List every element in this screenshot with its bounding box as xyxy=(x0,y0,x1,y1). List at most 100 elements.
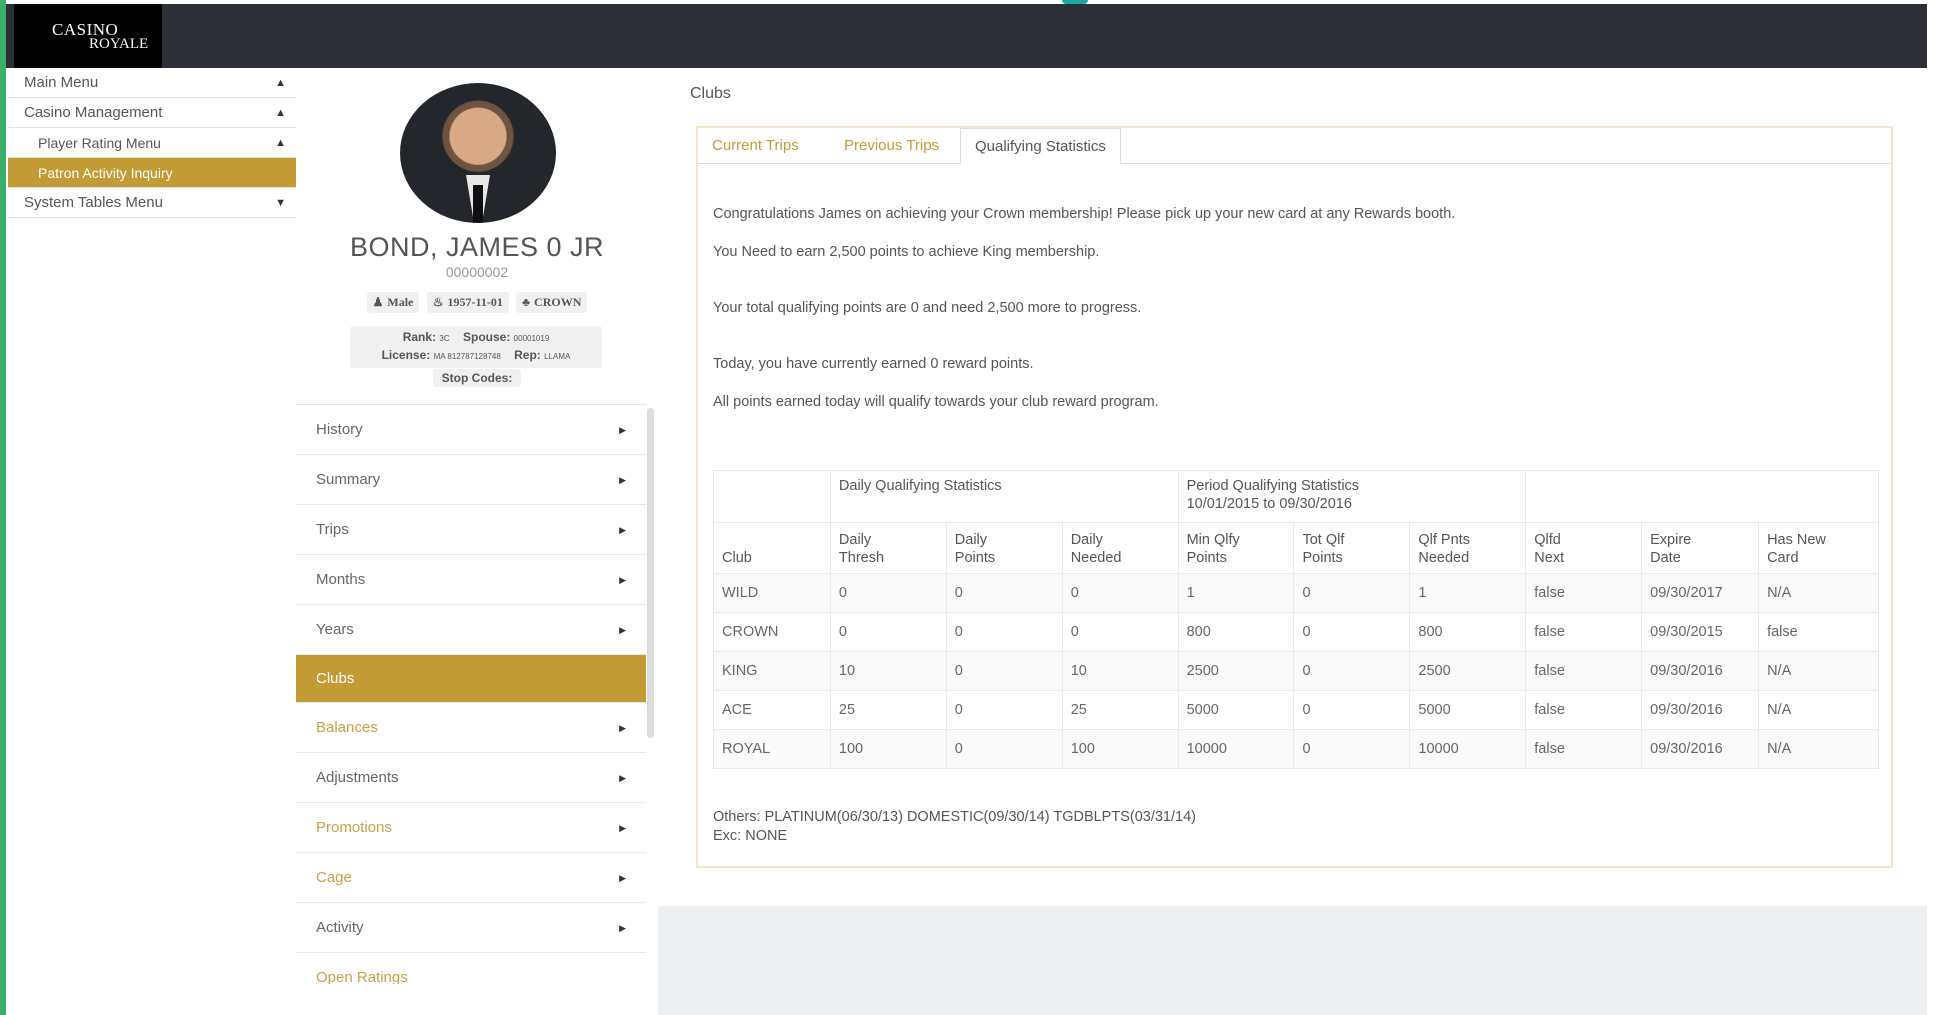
table-row[interactable]: WILD 0 0 0 1 0 1 false 09/30/2017 N/A xyxy=(713,573,1879,613)
column-header-line1: Expire xyxy=(1650,532,1692,548)
table-cell: ROYAL xyxy=(713,729,831,769)
casino-royale-logo[interactable]: CASINO ROYALE xyxy=(14,4,162,68)
submenu-label: Summary xyxy=(316,471,381,488)
table-row[interactable]: KING 10 0 10 2500 0 2500 false 09/30/2016 N/A xyxy=(713,651,1879,691)
table-cell: 09/30/2016 xyxy=(1641,651,1760,691)
table-cell: 0 xyxy=(945,690,1063,730)
congrats-message: Congratulations James on achieving your … xyxy=(713,206,1456,222)
menu-player-rating-label: Player Rating Menu xyxy=(38,135,161,151)
submenu-activity[interactable]: Activity ▶ xyxy=(296,903,646,953)
page-title: Clubs xyxy=(690,85,731,102)
table-body: WILD 0 0 0 1 0 1 false 09/30/2017 N/A CROWN 0 0 0 800 0… xyxy=(713,573,1879,769)
group-period-range: 10/01/2015 to 09/30/2016 xyxy=(1186,496,1352,512)
submenu-trips[interactable]: Trips ▶ xyxy=(296,505,646,555)
table-cell: 800 xyxy=(1177,612,1295,652)
left-menu: Main Menu ▲ Casino Management ▲ Player R… xyxy=(8,68,296,218)
rep-label: Rep: xyxy=(514,348,541,362)
table-cell: false xyxy=(1525,729,1643,769)
table-cell: CROWN xyxy=(713,612,831,652)
submenu-label: Activity xyxy=(316,919,364,936)
qualifying-stats-table: Daily Qualifying Statistics Period Quali… xyxy=(713,470,1879,769)
patron-profile: BOND, JAMES 0 JR 00000002 ♟ Male ♨ 1957-11… xyxy=(296,68,658,1015)
license-value: MA 812787128748 xyxy=(433,352,501,361)
dob-badge: ♨ 1957-11-01 xyxy=(426,292,509,313)
submenu-clubs[interactable]: Clubs xyxy=(296,655,646,703)
chevron-right-icon: ▶ xyxy=(619,873,626,883)
tab-current-trips[interactable]: Current Trips xyxy=(698,128,813,164)
column-header: Qlf Pnts Needed xyxy=(1409,522,1527,574)
today-points-message: Today, you have currently earned 0 rewar… xyxy=(713,356,1034,372)
table-row[interactable]: CROWN 0 0 0 800 0 800 false 09/30/2015 false xyxy=(713,612,1879,652)
table-cell: 1 xyxy=(1409,573,1527,613)
table-cell: 0 xyxy=(1293,573,1411,613)
column-header-line2: Needed xyxy=(1070,550,1122,566)
table-cell: 0 xyxy=(1293,612,1411,652)
table-cell: 09/30/2016 xyxy=(1641,690,1760,730)
table-cell: WILD xyxy=(713,573,831,613)
submenu-open-ratings[interactable]: Open Ratings xyxy=(296,953,646,984)
menu-main[interactable]: Main Menu ▲ xyxy=(8,68,296,98)
dob-value: 1957-11-01 xyxy=(447,295,503,309)
table-row[interactable]: ROYAL 100 0 100 10000 0 10000 false 09/30/2016 N/… xyxy=(713,729,1879,769)
column-header: Qlfd Next xyxy=(1525,522,1643,574)
caret-up-icon: ▲ xyxy=(275,77,286,89)
submenu-summary[interactable]: Summary ▶ xyxy=(296,455,646,505)
table-group-header: Daily Qualifying Statistics Period Quali… xyxy=(713,470,1879,523)
table-cell: 100 xyxy=(1061,729,1179,769)
others-note: Others: PLATINUM(06/30/13) DOMESTIC(09/3… xyxy=(713,808,1196,846)
patron-name: BOND, JAMES 0 JR xyxy=(349,232,605,262)
column-header: Club xyxy=(713,522,831,574)
menu-player-rating[interactable]: Player Rating Menu ▲ xyxy=(8,128,296,158)
submenu-balances[interactable]: Balances ▶ xyxy=(296,703,646,753)
table-cell: 25 xyxy=(1061,690,1179,730)
submenu-cage[interactable]: Cage ▶ xyxy=(296,853,646,903)
submenu-adjustments[interactable]: Adjustments ▶ xyxy=(296,753,646,803)
chevron-right-icon: ▶ xyxy=(619,723,626,733)
rep-value: LLAMA xyxy=(544,352,571,361)
column-header-line1: Has New xyxy=(1767,532,1826,548)
table-row[interactable]: ACE 25 0 25 5000 0 5000 false 09/30/2016 N/A xyxy=(713,690,1879,730)
table-cell: 0 xyxy=(829,573,947,613)
submenu-history[interactable]: History ▶ xyxy=(296,405,646,455)
table-cell: 0 xyxy=(1293,729,1411,769)
stop-codes-badge: Stop Codes: xyxy=(433,369,521,387)
gender-badge: ♟ Male xyxy=(366,292,420,313)
column-header-line2: Next xyxy=(1534,550,1565,566)
submenu-months[interactable]: Months ▶ xyxy=(296,555,646,605)
submenu-label: Balances xyxy=(316,719,378,736)
table-cell: 10 xyxy=(1061,651,1179,691)
patron-id: 00000002 xyxy=(445,264,509,280)
column-header-line2: Points xyxy=(954,550,996,566)
chevron-right-icon: ▶ xyxy=(619,575,626,585)
menu-casino-management[interactable]: Casino Management ▲ xyxy=(8,98,296,128)
submenu-years[interactable]: Years ▶ xyxy=(296,605,646,655)
menu-main-label: Main Menu xyxy=(24,74,99,91)
submenu-promotions[interactable]: Promotions ▶ xyxy=(296,803,646,853)
table-column-header: Club Daily Thresh Daily Points Daily Needed Min… xyxy=(713,522,1879,574)
tab-previous-trips[interactable]: Previous Trips xyxy=(830,128,953,164)
submenu-label: Years xyxy=(316,621,354,638)
group-header-period: Period Qualifying Statistics 10/01/2015 t… xyxy=(1177,470,1527,523)
table-cell: KING xyxy=(713,651,831,691)
table-cell: 2500 xyxy=(1409,651,1527,691)
table-cell: 800 xyxy=(1409,612,1527,652)
menu-patron-activity-inquiry[interactable]: Patron Activity Inquiry xyxy=(8,158,296,188)
column-header-line2: Points xyxy=(1186,550,1227,566)
menu-system-tables[interactable]: System Tables Menu ▼ xyxy=(8,188,296,218)
submenu-label: History xyxy=(316,421,363,438)
patron-details-box: Rank: 3C Spouse: 00001019 License: MA 81… xyxy=(350,326,602,368)
table-cell: 0 xyxy=(1293,690,1411,730)
table-cell: 0 xyxy=(1293,651,1411,691)
table-cell: 100 xyxy=(829,729,947,769)
table-cell: 1 xyxy=(1177,573,1295,613)
logo-text-royale: ROYALE xyxy=(89,36,149,52)
table-cell: N/A xyxy=(1758,573,1879,613)
table-cell: N/A xyxy=(1758,690,1879,730)
submenu-label: Months xyxy=(316,571,366,588)
column-header-line1: Qlf Pnts xyxy=(1418,532,1470,548)
person-icon: ♟ xyxy=(372,295,384,309)
tab-qualifying-statistics[interactable]: Qualifying Statistics xyxy=(960,128,1121,164)
submenu-scrollbar[interactable] xyxy=(647,408,654,738)
chevron-right-icon: ▶ xyxy=(619,823,626,833)
chevron-right-icon: ▶ xyxy=(619,625,626,635)
